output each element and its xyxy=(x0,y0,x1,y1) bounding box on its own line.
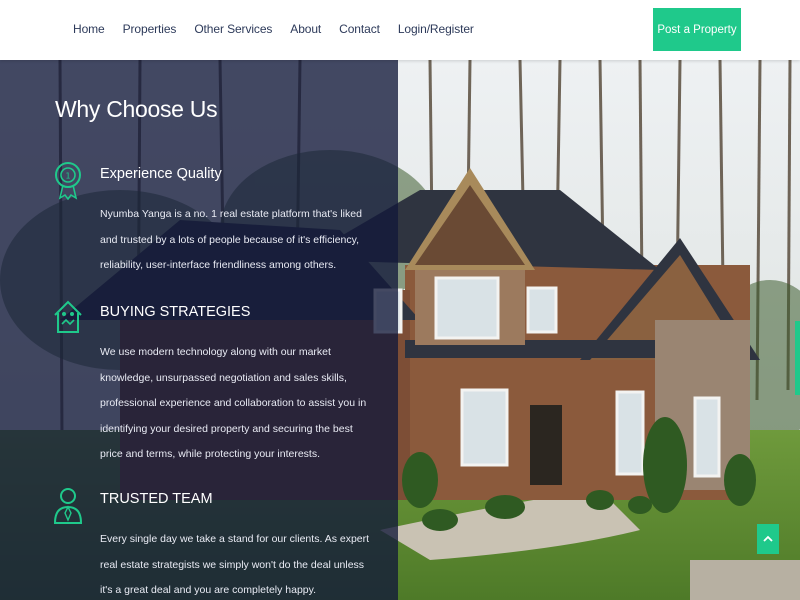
section-title: Why Choose Us xyxy=(55,96,218,122)
nav-link-login-register[interactable]: Login/Register xyxy=(398,22,474,36)
post-property-button[interactable]: Post a Property xyxy=(653,8,741,51)
nav-link-other-services[interactable]: Other Services xyxy=(194,22,272,36)
svg-text:1: 1 xyxy=(65,172,70,181)
nav-link-about[interactable]: About xyxy=(290,22,321,36)
user-team-icon xyxy=(53,488,83,524)
side-tab[interactable] xyxy=(795,321,800,395)
feature-description: We use modern technology along with our … xyxy=(100,346,367,460)
top-navbar: Home Properties Other Services About Con… xyxy=(0,0,800,60)
scroll-to-top-button[interactable] xyxy=(757,524,779,554)
feature-description: Every single day we take a stand for our… xyxy=(100,533,370,596)
feature-description: Nyumba Yanga is a no. 1 real estate plat… xyxy=(100,208,362,271)
chevron-up-icon xyxy=(763,535,773,542)
feature-title: TRUSTED TEAM xyxy=(100,491,213,507)
feature-title: BUYING STRATEGIES xyxy=(100,304,251,320)
nav-link-contact[interactable]: Contact xyxy=(339,22,380,36)
house-handshake-icon xyxy=(54,300,82,333)
nav-link-properties[interactable]: Properties xyxy=(123,22,177,36)
nav-link-home[interactable]: Home xyxy=(73,22,105,36)
why-choose-us-section: Why Choose Us 1 Experience Quality Nyumb… xyxy=(0,60,800,600)
feature-title: Experience Quality xyxy=(100,166,222,182)
award-medal-icon: 1 xyxy=(55,162,81,200)
nav-links: Home Properties Other Services About Con… xyxy=(73,22,492,36)
